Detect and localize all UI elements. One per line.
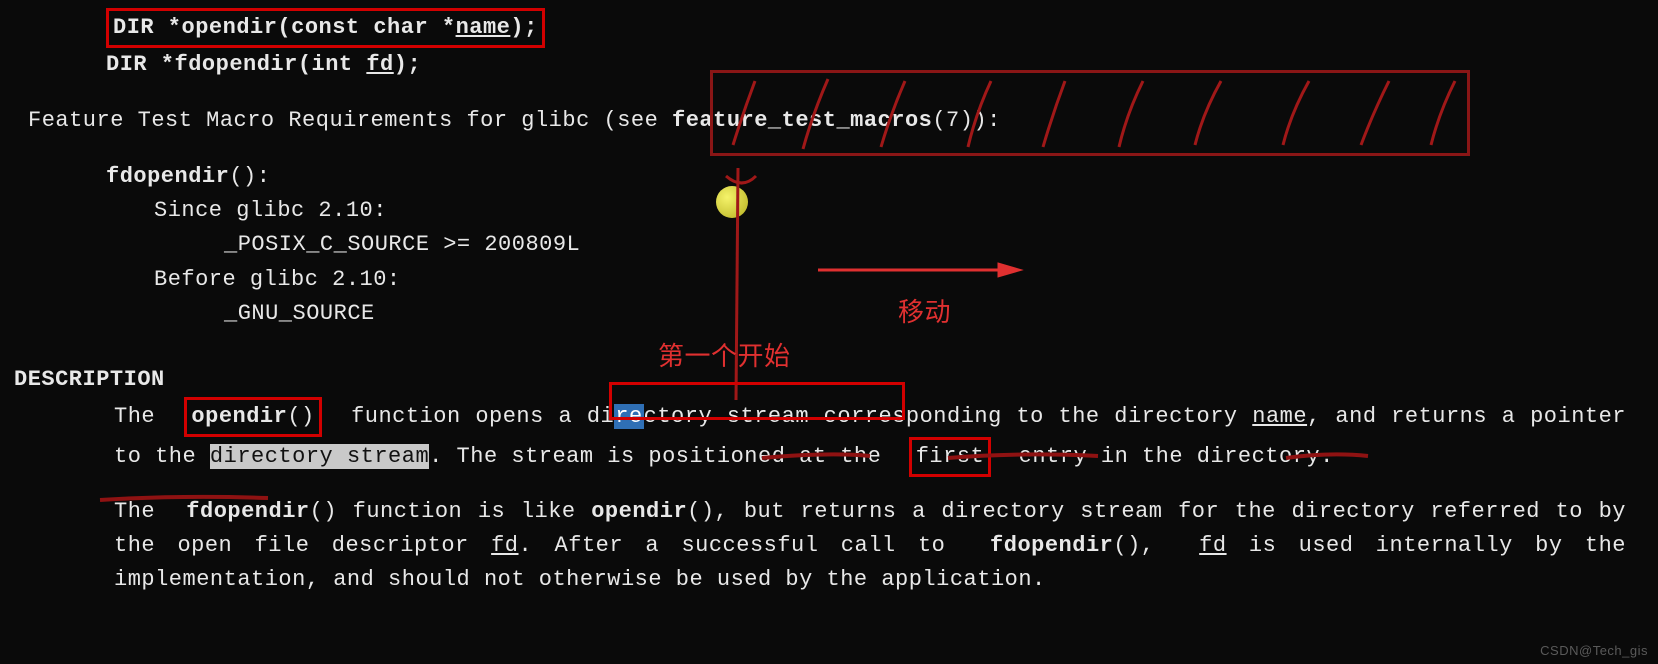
underlines-svg bbox=[0, 0, 1658, 664]
watermark: CSDN@Tech_gis bbox=[1540, 643, 1648, 658]
